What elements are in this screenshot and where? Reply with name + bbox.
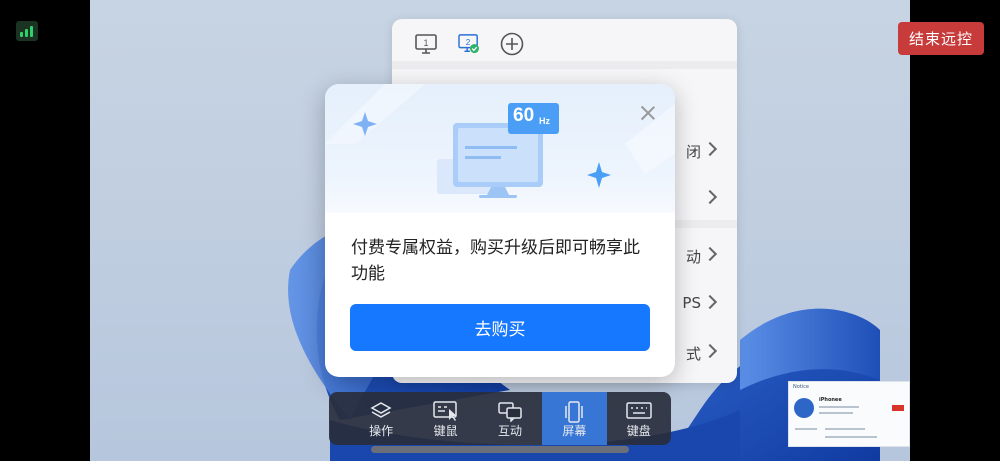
toolbar-item-label: 互动 bbox=[497, 424, 522, 438]
monitor-illustration bbox=[325, 84, 675, 198]
panel-row-label: PS bbox=[682, 294, 701, 312]
chevron-right-icon bbox=[702, 141, 718, 157]
refresh-rate-badge: 60 Hz bbox=[508, 103, 559, 134]
add-monitor-icon[interactable] bbox=[500, 32, 524, 56]
notification-header: Notice bbox=[793, 384, 809, 390]
monitor-2-icon[interactable]: 2 bbox=[458, 34, 480, 54]
screen-icon bbox=[565, 401, 584, 423]
monitor-1-icon[interactable]: 1 bbox=[415, 34, 437, 54]
signal-strength-icon bbox=[16, 21, 38, 41]
status-badge bbox=[892, 405, 904, 411]
keyboard-mouse-icon bbox=[432, 401, 457, 421]
chevron-right-icon bbox=[702, 189, 718, 205]
taskbar bbox=[371, 446, 629, 453]
toolbar-item-label: 键鼠 bbox=[433, 424, 458, 438]
bottom-toolbar: 操作 键鼠 互动 屏幕 键盘 bbox=[329, 392, 671, 445]
hz-unit: Hz bbox=[539, 116, 550, 126]
hz-number: 60 bbox=[513, 105, 535, 126]
close-icon[interactable] bbox=[637, 102, 659, 124]
chevron-right-icon bbox=[702, 246, 718, 262]
monitor-selector: 1 2 bbox=[392, 19, 737, 69]
chevron-right-icon bbox=[702, 343, 718, 359]
dialog-message: 付费专属权益，购买升级后即可畅享此功能 bbox=[351, 238, 640, 284]
toolbar-item-interact[interactable]: 互动 bbox=[478, 392, 542, 445]
toolbar-item-keymouse[interactable]: 键鼠 bbox=[413, 392, 477, 445]
panel-row-label: 动 bbox=[685, 248, 701, 266]
avatar bbox=[794, 398, 814, 418]
panel-row-label: 闭 bbox=[685, 143, 701, 161]
toolbar-item-label: 屏幕 bbox=[562, 424, 587, 438]
toolbar-item-label: 键盘 bbox=[626, 424, 651, 438]
panel-row-label: 式 bbox=[685, 345, 701, 363]
notification-name: iPhonee bbox=[819, 397, 842, 403]
chevron-right-icon bbox=[702, 294, 718, 310]
notification-thumbnail[interactable]: Notice iPhonee bbox=[788, 381, 910, 447]
upgrade-dialog: 60 Hz 付费专属权益，购买升级后即可畅享此功能 去购买 bbox=[325, 84, 675, 377]
toolbar-item-label: 操作 bbox=[369, 424, 394, 438]
keyboard-icon bbox=[626, 402, 652, 419]
toolbar-item-operate[interactable]: 操作 bbox=[349, 392, 413, 445]
buy-button[interactable]: 去购买 bbox=[350, 304, 650, 351]
toolbar-item-keyboard[interactable]: 键盘 bbox=[607, 392, 671, 445]
chat-icon bbox=[498, 402, 522, 422]
toolbar-item-screen[interactable]: 屏幕 bbox=[542, 392, 607, 445]
svg-text:2: 2 bbox=[466, 38, 471, 47]
layers-icon bbox=[370, 402, 392, 418]
svg-text:1: 1 bbox=[423, 38, 428, 48]
end-remote-button[interactable]: 结束远控 bbox=[898, 22, 984, 55]
dialog-illustration: 60 Hz bbox=[325, 84, 675, 213]
